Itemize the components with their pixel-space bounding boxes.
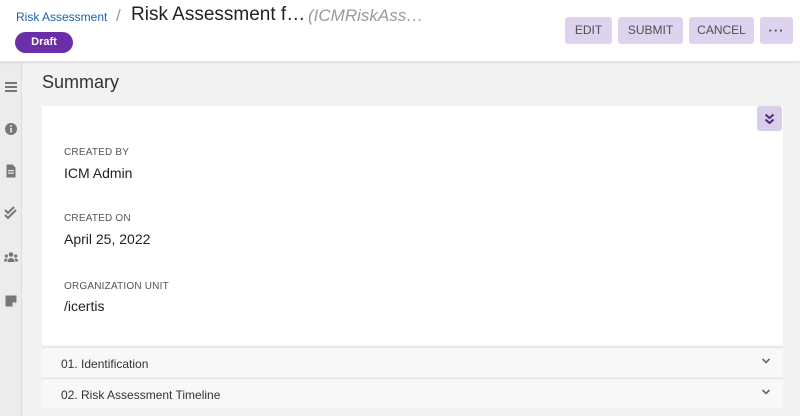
info-icon[interactable] bbox=[3, 121, 19, 137]
created-by-label: CREATED BY bbox=[64, 147, 130, 158]
page-header: Risk Assessment / Risk Assessment f… (IC… bbox=[0, 0, 800, 62]
organization-unit-value: /icertis bbox=[64, 298, 105, 314]
double-check-icon[interactable] bbox=[3, 205, 19, 221]
chevron-down-icon bbox=[759, 385, 773, 399]
more-actions-button[interactable]: ··· bbox=[760, 17, 793, 44]
edit-button[interactable]: EDIT bbox=[565, 17, 612, 44]
organization-unit-label: ORGANIZATION UNIT bbox=[64, 281, 169, 292]
page-subtitle: (ICMRiskAss… bbox=[308, 6, 424, 25]
double-chevron-down-icon bbox=[764, 113, 775, 125]
accordion-identification[interactable]: 01. Identification bbox=[42, 347, 783, 377]
people-icon[interactable] bbox=[3, 249, 19, 265]
breadcrumb-risk-assessment-link[interactable]: Risk Assessment bbox=[16, 10, 107, 24]
page-title: Risk Assessment f… bbox=[131, 4, 306, 25]
accordion-timeline-label: 02. Risk Assessment Timeline bbox=[61, 388, 221, 402]
status-badge: Draft bbox=[15, 32, 73, 53]
breadcrumb-separator: / bbox=[116, 6, 121, 25]
chevron-down-icon bbox=[759, 354, 773, 368]
created-by-value: ICM Admin bbox=[64, 165, 133, 181]
collapse-all-button[interactable] bbox=[757, 106, 782, 131]
left-sidebar bbox=[0, 62, 22, 416]
created-on-label: CREATED ON bbox=[64, 213, 131, 224]
accordion-identification-label: 01. Identification bbox=[61, 357, 149, 371]
cancel-button[interactable]: CANCEL bbox=[689, 17, 754, 44]
menu-icon[interactable] bbox=[3, 79, 19, 95]
summary-card bbox=[42, 106, 783, 345]
created-on-value: April 25, 2022 bbox=[64, 231, 151, 247]
document-icon[interactable] bbox=[3, 163, 19, 179]
submit-button[interactable]: SUBMIT bbox=[618, 17, 683, 44]
notes-icon[interactable] bbox=[3, 293, 19, 309]
accordion-risk-assessment-timeline[interactable]: 02. Risk Assessment Timeline bbox=[42, 378, 783, 408]
summary-section-title: Summary bbox=[42, 72, 120, 92]
